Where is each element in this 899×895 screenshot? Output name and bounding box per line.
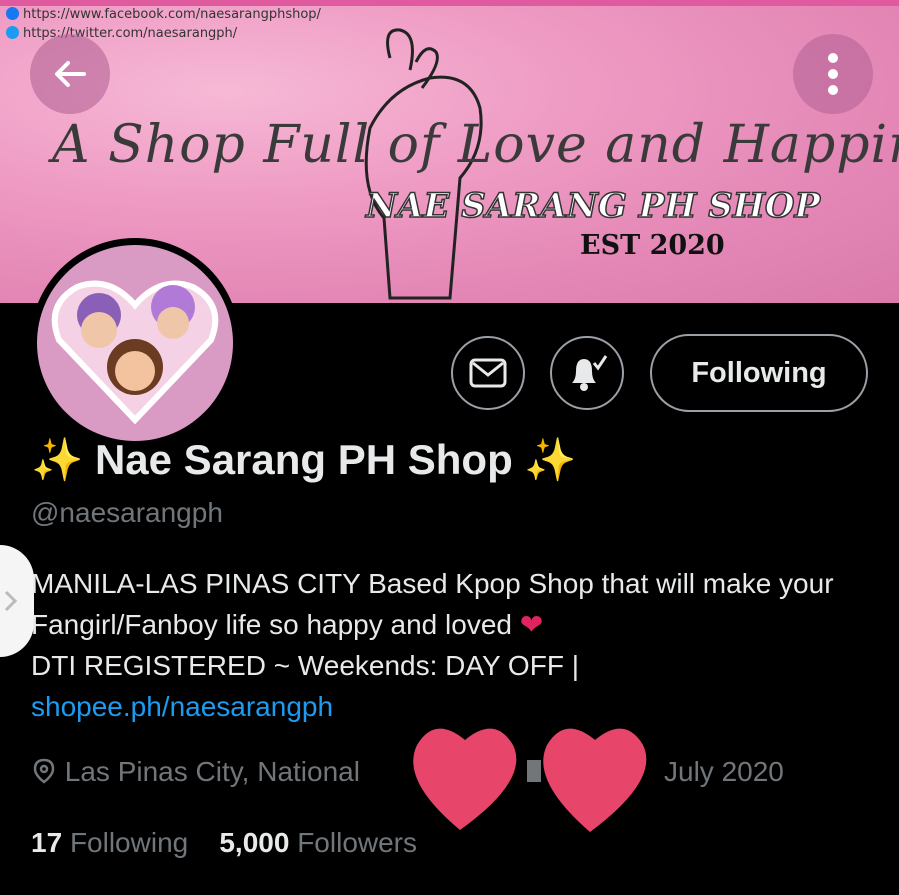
following-count[interactable]: 17 Following — [31, 827, 188, 858]
sparkle-icon: ✨ — [524, 436, 577, 483]
user-handle: @naesarangph — [31, 497, 223, 528]
banner-est: EST 2020 — [580, 230, 725, 261]
more-vertical-icon — [828, 53, 838, 95]
banner-shop-name: NAE SARANG PH SHOP — [365, 185, 821, 227]
sparkle-icon: ✨ — [31, 436, 84, 483]
profile-bio: MANILA-LAS PINAS CITY Based Kpop Shop th… — [31, 568, 834, 722]
mail-icon — [469, 358, 507, 388]
message-button[interactable] — [451, 336, 525, 410]
location: Las Pinas City, National — [31, 756, 360, 788]
heart-sticker-icon — [413, 728, 647, 832]
side-drawer-tab[interactable] — [0, 545, 34, 657]
avatar[interactable] — [30, 238, 240, 448]
avatar-image — [51, 280, 219, 425]
banner-tagline: A Shop Full of Love and Happiness — [52, 115, 899, 175]
follow-stats: 17 Following 5,000 Followers — [31, 827, 417, 859]
back-button[interactable] — [30, 34, 110, 114]
facebook-icon — [6, 7, 19, 20]
twitter-link: https://twitter.com/naesarangph/ — [6, 26, 237, 41]
joined-date: July 2020 — [664, 756, 784, 787]
twitter-icon — [6, 26, 19, 39]
calendar-icon — [527, 760, 541, 782]
facebook-link: https://www.facebook.com/naesarangphshop… — [6, 7, 321, 22]
back-arrow-icon — [55, 61, 86, 87]
location-icon — [33, 758, 55, 784]
bell-icon — [572, 355, 608, 391]
display-name: ✨ Nae Sarang PH Shop ✨ — [31, 436, 577, 483]
heart-icon: ❤ — [519, 609, 544, 640]
more-options-button[interactable] — [793, 34, 873, 114]
following-button[interactable]: Following — [650, 334, 868, 412]
chevron-right-icon — [4, 590, 18, 612]
followers-count[interactable]: 5,000 Followers — [219, 827, 417, 858]
shopee-link[interactable]: shopee.ph/naesarangph — [31, 691, 333, 722]
notifications-button[interactable] — [550, 336, 624, 410]
